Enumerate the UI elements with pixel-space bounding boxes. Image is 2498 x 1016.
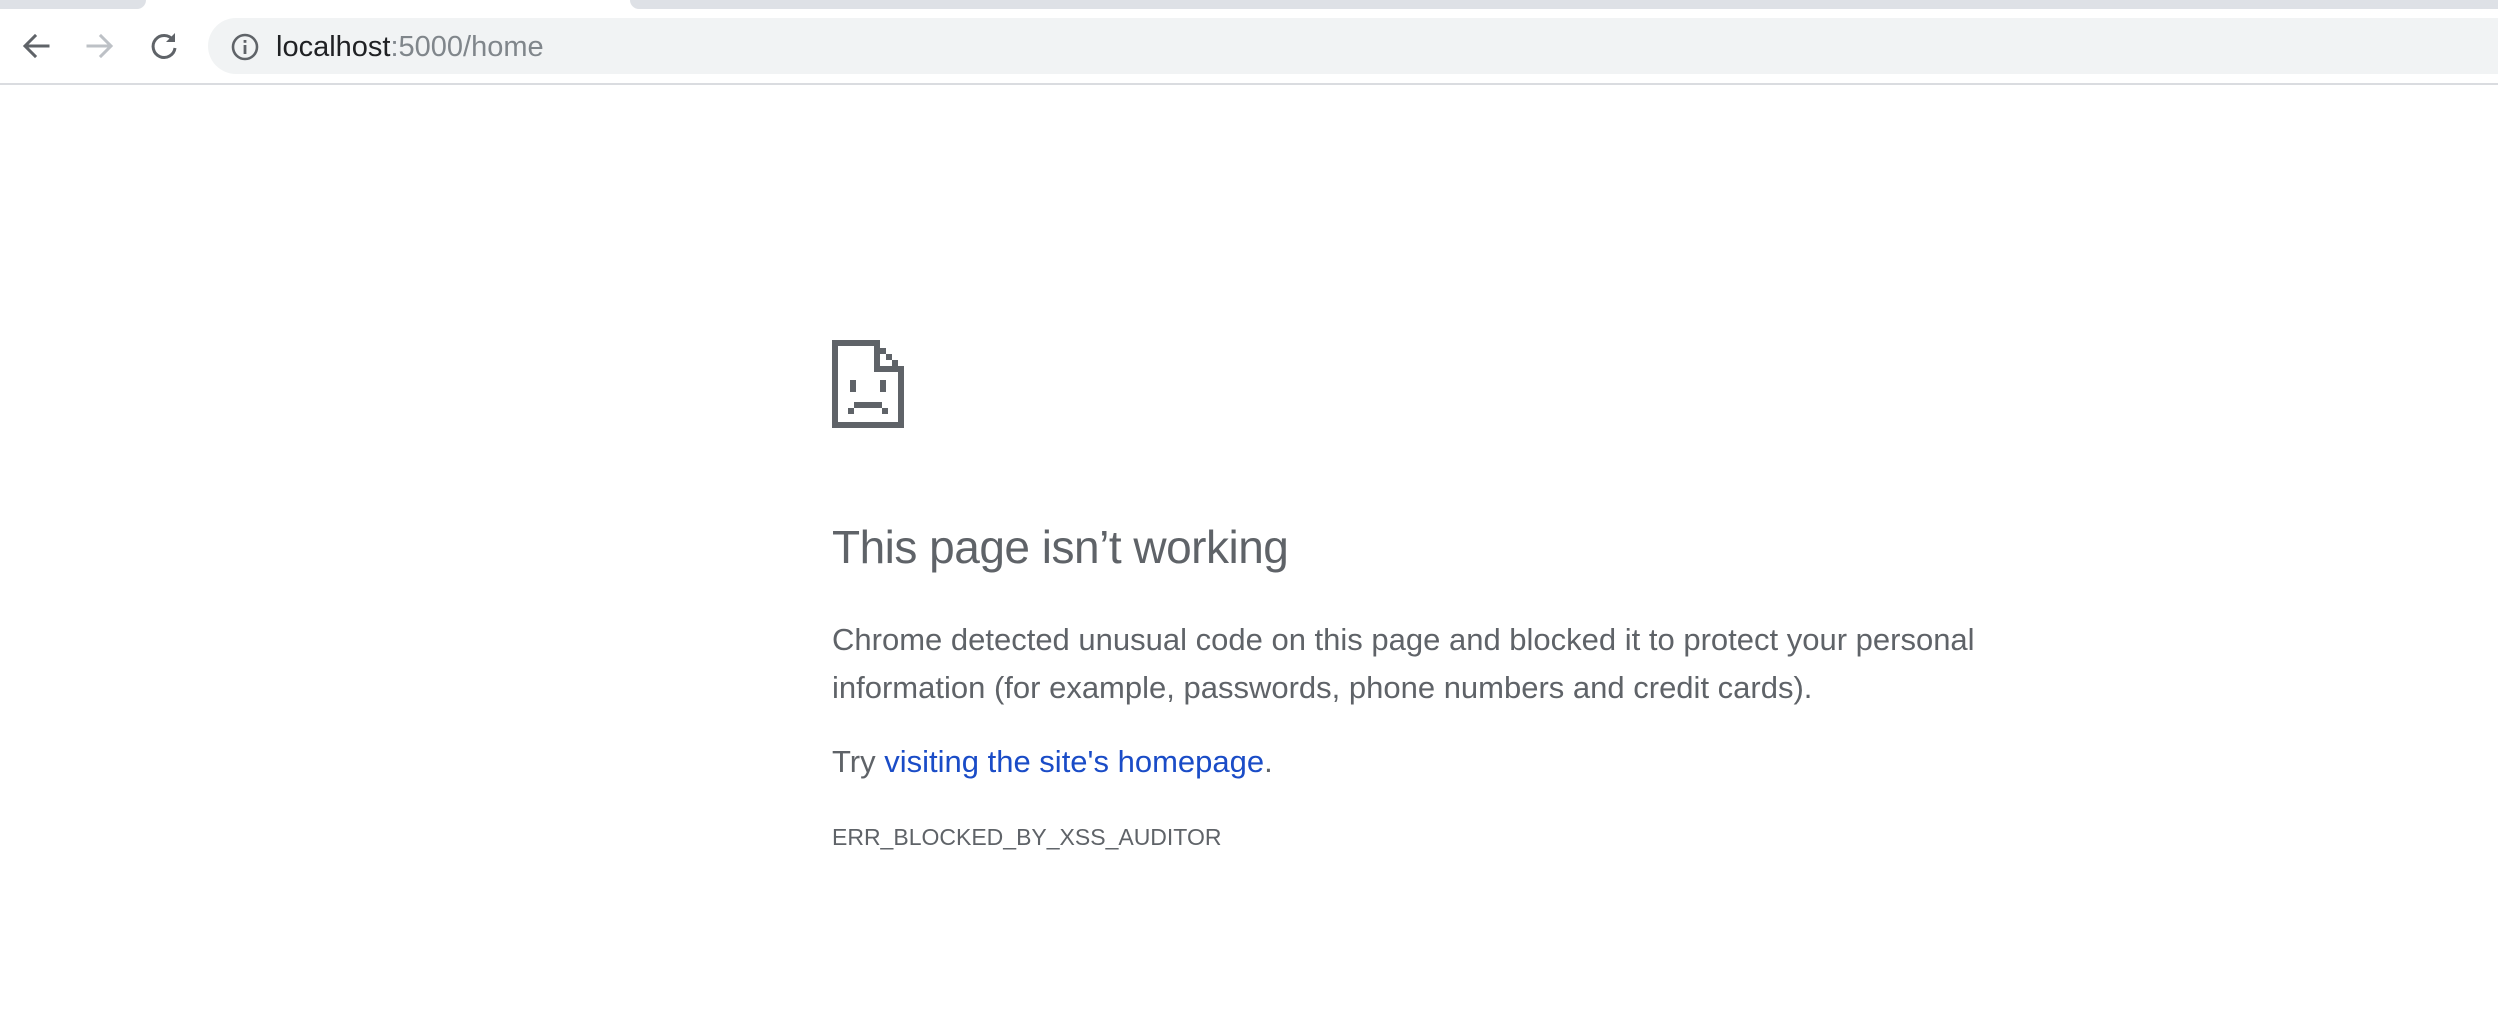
url-host: localhost xyxy=(276,31,391,63)
suggestion-text: Try visiting the site's homepage. xyxy=(832,742,1273,782)
error-code: ERR_BLOCKED_BY_XSS_AUDITOR xyxy=(832,824,1222,850)
background-tab[interactable] xyxy=(0,0,146,9)
forward-button[interactable] xyxy=(78,24,122,68)
reload-button[interactable] xyxy=(142,24,186,68)
address-bar[interactable]: localhost:5000/home xyxy=(208,18,2498,74)
url-path: :5000/home xyxy=(390,31,544,63)
url-text[interactable]: localhost:5000/home xyxy=(276,32,544,62)
back-arrow-icon xyxy=(22,33,50,59)
suggestion-prefix: Try xyxy=(832,744,885,779)
site-info-icon[interactable] xyxy=(230,32,260,62)
sad-file-icon xyxy=(832,340,904,428)
error-description: Chrome detected unusual code on this pag… xyxy=(832,622,1975,705)
browser-toolbar: localhost:5000/home xyxy=(0,10,2498,85)
error-title: This page isn’t working xyxy=(832,521,1289,573)
reload-icon xyxy=(151,33,177,59)
suggestion-suffix: . xyxy=(1264,744,1273,779)
tab-strip xyxy=(0,0,2498,10)
forward-arrow-icon xyxy=(86,33,114,59)
homepage-link[interactable]: visiting the site's homepage xyxy=(884,744,1264,779)
background-tab[interactable] xyxy=(630,0,2498,9)
back-button[interactable] xyxy=(14,24,58,68)
